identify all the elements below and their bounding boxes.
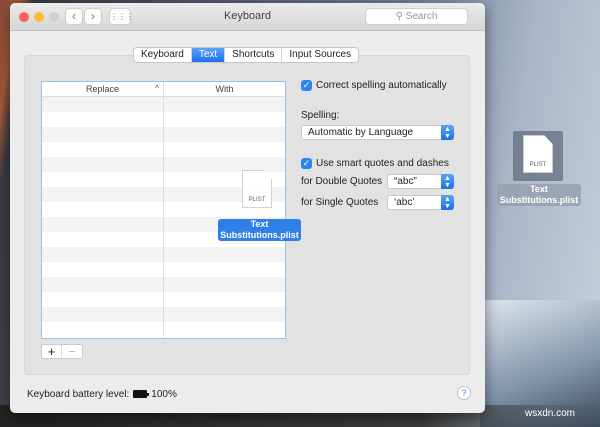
chevron-updown-icon: ▲ ▼: [441, 174, 454, 189]
double-quotes-select[interactable]: “abc” ▲ ▼: [387, 174, 454, 189]
select-value: Automatic by Language: [308, 127, 414, 138]
add-remove-buttons: + −: [41, 344, 83, 359]
single-quotes-label: for Single Quotes: [301, 197, 379, 208]
spelling-language-select[interactable]: Automatic by Language ▲ ▼: [301, 125, 454, 140]
tab-text[interactable]: Text: [191, 48, 226, 62]
table-row[interactable]: [42, 307, 285, 322]
sort-ascending-icon: ^: [155, 84, 159, 93]
search-input[interactable]: ⚲ Search: [365, 8, 468, 25]
table-cell[interactable]: [164, 292, 285, 307]
keyboard-preferences-window: ‹ › ⋮⋮⋮ Keyboard ⚲ Search Keyboard Text …: [10, 3, 485, 413]
table-row[interactable]: [42, 112, 285, 127]
replacements-table[interactable]: Replace ^ With: [41, 81, 286, 339]
search-placeholder: Search: [405, 11, 438, 22]
table-cell[interactable]: [164, 112, 285, 127]
table-cell[interactable]: [42, 202, 164, 217]
table-cell[interactable]: [164, 97, 285, 112]
remove-button[interactable]: −: [62, 345, 82, 358]
table-cell[interactable]: [164, 322, 285, 337]
table-cell[interactable]: [42, 127, 164, 142]
table-row[interactable]: [42, 157, 285, 172]
select-value: “abc”: [394, 176, 417, 187]
help-button[interactable]: ?: [457, 386, 471, 400]
table-cell[interactable]: [164, 142, 285, 157]
add-button[interactable]: +: [42, 345, 62, 358]
table-row[interactable]: [42, 277, 285, 292]
table-cell[interactable]: [164, 127, 285, 142]
checkmark-icon: ✓: [301, 158, 312, 169]
table-cell[interactable]: [164, 277, 285, 292]
table-row[interactable]: [42, 262, 285, 277]
table-cell[interactable]: [42, 142, 164, 157]
checkmark-icon: ✓: [301, 80, 312, 91]
single-quotes-select[interactable]: ‘abc’ ▲ ▼: [387, 195, 454, 210]
table-cell[interactable]: [42, 247, 164, 262]
table-cell[interactable]: [42, 97, 164, 112]
chevron-updown-icon: ▲ ▼: [441, 195, 454, 210]
desktop-plist-file-icon[interactable]: PLIST: [523, 135, 553, 173]
table-cell[interactable]: [164, 262, 285, 277]
column-header-with[interactable]: With: [164, 82, 285, 96]
table-cell[interactable]: [42, 187, 164, 202]
desktop-file-label: Text Substitutions.plist: [497, 184, 581, 206]
correct-spelling-checkbox[interactable]: ✓ Correct spelling automatically: [301, 80, 447, 91]
table-cell[interactable]: [42, 322, 164, 337]
table-cell[interactable]: [164, 307, 285, 322]
tab-shortcuts[interactable]: Shortcuts: [225, 48, 283, 62]
dragged-plist-file-icon[interactable]: PLIST: [242, 170, 272, 208]
battery-status: Keyboard battery level: 100%: [27, 389, 177, 400]
table-cell[interactable]: [42, 217, 164, 232]
table-row[interactable]: [42, 142, 285, 157]
column-header-replace[interactable]: Replace ^: [42, 82, 164, 96]
table-cell[interactable]: [42, 292, 164, 307]
tab-keyboard[interactable]: Keyboard: [134, 48, 192, 62]
table-cell[interactable]: [164, 157, 285, 172]
battery-icon: [133, 390, 150, 399]
smart-quotes-checkbox[interactable]: ✓ Use smart quotes and dashes: [301, 158, 449, 169]
table-row[interactable]: [42, 127, 285, 142]
table-cell[interactable]: [42, 172, 164, 187]
chevron-updown-icon: ▲ ▼: [441, 125, 454, 140]
table-cell[interactable]: [42, 232, 164, 247]
table-row[interactable]: [42, 292, 285, 307]
tab-bar: Keyboard Text Shortcuts Input Sources: [133, 47, 360, 63]
table-row[interactable]: [42, 97, 285, 112]
table-cell[interactable]: [42, 157, 164, 172]
table-cell[interactable]: [164, 247, 285, 262]
dragged-file-label: Text Substitutions.plist: [218, 219, 301, 241]
table-row[interactable]: [42, 322, 285, 337]
tab-input-sources[interactable]: Input Sources: [282, 48, 358, 62]
table-cell[interactable]: [42, 277, 164, 292]
select-value: ‘abc’: [394, 197, 415, 208]
checkbox-label: Correct spelling automatically: [316, 80, 447, 91]
double-quotes-label: for Double Quotes: [301, 176, 383, 187]
table-cell[interactable]: [42, 112, 164, 127]
battery-value: 100%: [151, 389, 177, 400]
table-row[interactable]: [42, 247, 285, 262]
checkbox-label: Use smart quotes and dashes: [316, 158, 449, 169]
table-cell[interactable]: [42, 307, 164, 322]
table-cell[interactable]: [42, 262, 164, 277]
battery-label: Keyboard battery level:: [27, 389, 130, 400]
search-icon: ⚲: [395, 11, 406, 22]
watermark: wsxdn.com: [525, 408, 576, 419]
spelling-label: Spelling:: [301, 110, 340, 121]
title-bar: ‹ › ⋮⋮⋮ Keyboard ⚲ Search: [10, 3, 485, 31]
